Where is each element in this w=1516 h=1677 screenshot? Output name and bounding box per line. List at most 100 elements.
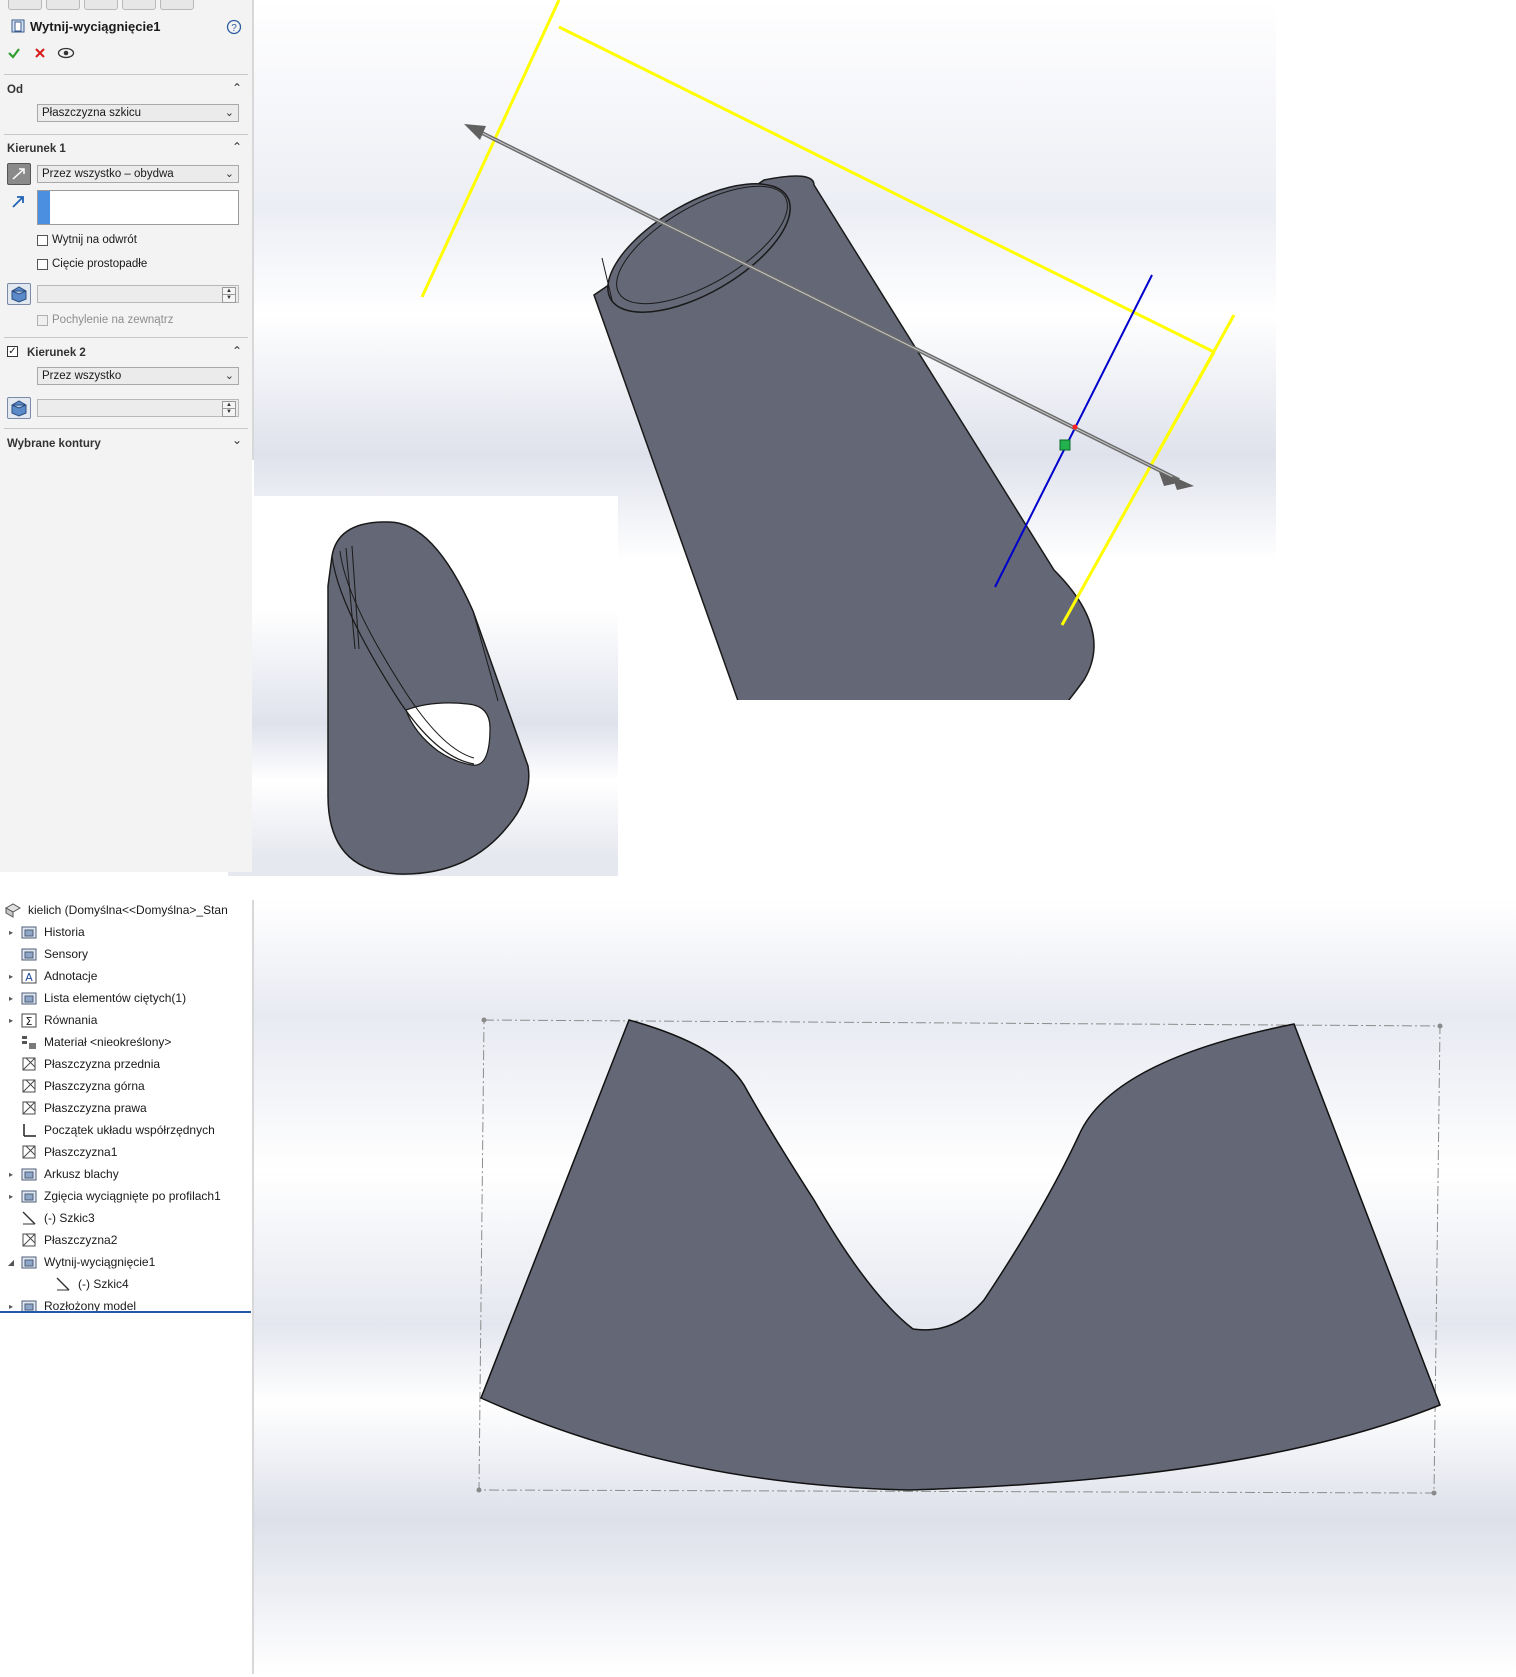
flip-side-checkbox[interactable] [37, 234, 48, 246]
tree-item-label: Lista elementów ciętych(1) [44, 991, 187, 1005]
tree-root[interactable]: kielich (Domyślna<<Domyślna>_Stan [4, 900, 228, 920]
end-condition-value-2: Przez wszystko [42, 370, 122, 382]
spinner-down-arrow-icon[interactable]: ▼ [222, 294, 236, 303]
rollback-bar[interactable] [0, 1311, 251, 1313]
tree-item[interactable]: Płaszczyzna2 [6, 1230, 117, 1250]
tree-item[interactable]: ▸ Rozłożony model [6, 1296, 136, 1316]
draft-angle-spinner[interactable]: ▲ ▼ [37, 285, 239, 303]
draft-button-2[interactable] [7, 397, 31, 419]
plane-icon [22, 1079, 36, 1093]
selection-color-swatch [38, 191, 50, 224]
material-icon [22, 1036, 36, 1049]
tree-item-label: Płaszczyzna prawa [44, 1101, 147, 1115]
tree-item-label: Płaszczyzna1 [44, 1145, 118, 1159]
expand-arrow-icon[interactable]: ▸ [6, 928, 16, 937]
tree-item[interactable]: ▸ A Adnotacje [6, 966, 97, 986]
expand-arrow-icon[interactable]: ▸ [6, 1016, 16, 1025]
pm-title: Wytnij-wyciągnięcie1 [30, 19, 161, 34]
separator [4, 428, 248, 429]
check-icon[interactable] [7, 46, 21, 60]
tree-item-label: (-) Szkic3 [44, 1211, 95, 1225]
tree-item[interactable]: (-) Szkic4 [40, 1274, 129, 1294]
tab-property-manager[interactable] [46, 0, 80, 10]
tree-item[interactable]: Płaszczyzna prawa [6, 1098, 147, 1118]
tree-item[interactable]: Sensory [6, 944, 88, 964]
draft-icon [11, 286, 27, 303]
cut-extrude-feature-icon [11, 19, 25, 33]
end-condition-dropdown-2[interactable]: Przez wszystko ⌄ [37, 367, 239, 385]
tree-item-label: Wytnij-wyciągnięcie1 [44, 1255, 156, 1269]
expand-arrow-icon[interactable]: ▸ [6, 1170, 16, 1179]
tree-item[interactable]: ▸ Lista elementów ciętych(1) [6, 988, 186, 1008]
direction-selection-box[interactable] [37, 190, 239, 225]
separator [4, 74, 248, 75]
tree-root-label: kielich (Domyślna<<Domyślna>_Stan [28, 903, 228, 917]
draft-button[interactable] [7, 283, 31, 305]
expand-arrow-icon[interactable]: ▸ [6, 994, 16, 1003]
chevron-up-icon[interactable]: ⌃ [232, 81, 242, 95]
normal-cut-label: Cięcie prostopadłe [52, 258, 148, 270]
tree-item-label: Początek układu współrzędnych [44, 1123, 215, 1137]
tree-item-label: Płaszczyzna2 [44, 1233, 118, 1247]
sensor-icon [21, 948, 37, 961]
chevron-up-icon[interactable]: ⌃ [232, 344, 242, 358]
tab-dimxpert-manager[interactable] [122, 0, 156, 10]
separator [4, 337, 248, 338]
svg-text:?: ? [231, 23, 237, 34]
direction-vector-icon [12, 196, 24, 208]
collapse-arrow-icon[interactable]: ◢ [6, 1258, 16, 1267]
end-condition-dropdown-1[interactable]: Przez wszystko – obydwa ⌄ [37, 165, 239, 183]
tree-item[interactable]: ◢ Wytnij-wyciągnięcie1 [6, 1252, 155, 1272]
eye-icon[interactable] [57, 46, 75, 60]
normal-cut-checkbox[interactable] [37, 258, 48, 270]
sheet-metal-icon [21, 1168, 37, 1181]
plane-icon [22, 1057, 36, 1071]
flip-side-label: Wytnij na odwrót [52, 234, 137, 246]
tree-item[interactable]: Początek układu współrzędnych [6, 1120, 215, 1140]
tree-item[interactable]: Płaszczyzna przednia [6, 1054, 160, 1074]
section-od-label: Od [7, 84, 23, 96]
close-icon[interactable] [34, 47, 46, 59]
origin-icon [23, 1124, 36, 1137]
tree-item[interactable]: ▸ Σ Równania [6, 1010, 97, 1030]
tree-item[interactable]: Materiał <nieokreślony> [6, 1032, 171, 1052]
svg-text:Σ: Σ [26, 1015, 33, 1028]
od-dropdown-value: Płaszczyzna szkicu [42, 107, 142, 119]
expand-arrow-icon[interactable]: ▸ [6, 1192, 16, 1201]
chevron-down-icon[interactable]: ⌄ [232, 433, 242, 447]
separator [4, 134, 248, 135]
tree-item[interactable]: Płaszczyzna górna [6, 1076, 145, 1096]
panel-splitter[interactable] [252, 900, 254, 1674]
draft-angle-spinner-2[interactable]: ▲ ▼ [37, 399, 239, 417]
od-dropdown[interactable]: Płaszczyzna szkicu ⌄ [37, 104, 239, 122]
tree-item[interactable]: Płaszczyzna1 [6, 1142, 117, 1162]
normal-cut-checkbox-row[interactable]: Cięcie prostopadłe [37, 258, 147, 270]
graphics-viewport-flat-pattern[interactable] [254, 900, 1516, 1674]
chevron-down-icon: ⌄ [224, 107, 234, 119]
tree-item-label: Równania [44, 1013, 98, 1027]
help-icon[interactable]: ? [226, 19, 242, 35]
tree-item[interactable]: ▸ Arkusz blachy [6, 1164, 119, 1184]
section-selected-contours-label: Wybrane kontury [7, 438, 101, 450]
kierunek2-checkbox[interactable]: ✓ [7, 346, 18, 357]
reverse-direction-button[interactable] [7, 163, 31, 185]
expand-arrow-icon[interactable]: ▸ [6, 972, 16, 981]
plane-icon [22, 1101, 36, 1115]
tree-item[interactable]: ▸ Historia [6, 922, 85, 942]
cut-list-icon [21, 992, 37, 1005]
tree-item-label: Sensory [44, 947, 89, 961]
tree-item[interactable]: (-) Szkic3 [6, 1208, 95, 1228]
chevron-up-icon[interactable]: ⌃ [232, 140, 242, 154]
draft-icon [11, 400, 27, 417]
chevron-down-icon: ⌄ [224, 168, 234, 180]
section-kierunek2-label: Kierunek 2 [27, 347, 86, 359]
expand-arrow-icon[interactable]: ▸ [6, 1302, 16, 1311]
spinner-down-arrow-icon[interactable]: ▼ [222, 408, 236, 417]
panel-splitter[interactable] [252, 0, 254, 460]
tab-feature-manager[interactable] [8, 0, 42, 10]
tab-display-manager[interactable] [160, 0, 194, 10]
tree-item[interactable]: ▸ Zgięcia wyciągnięte po profilach1 [6, 1186, 221, 1206]
draft-outward-checkbox-row: Pochylenie na zewnątrz [37, 314, 173, 326]
tab-configuration-manager[interactable] [84, 0, 118, 10]
flip-side-checkbox-row[interactable]: Wytnij na odwrót [37, 234, 137, 246]
